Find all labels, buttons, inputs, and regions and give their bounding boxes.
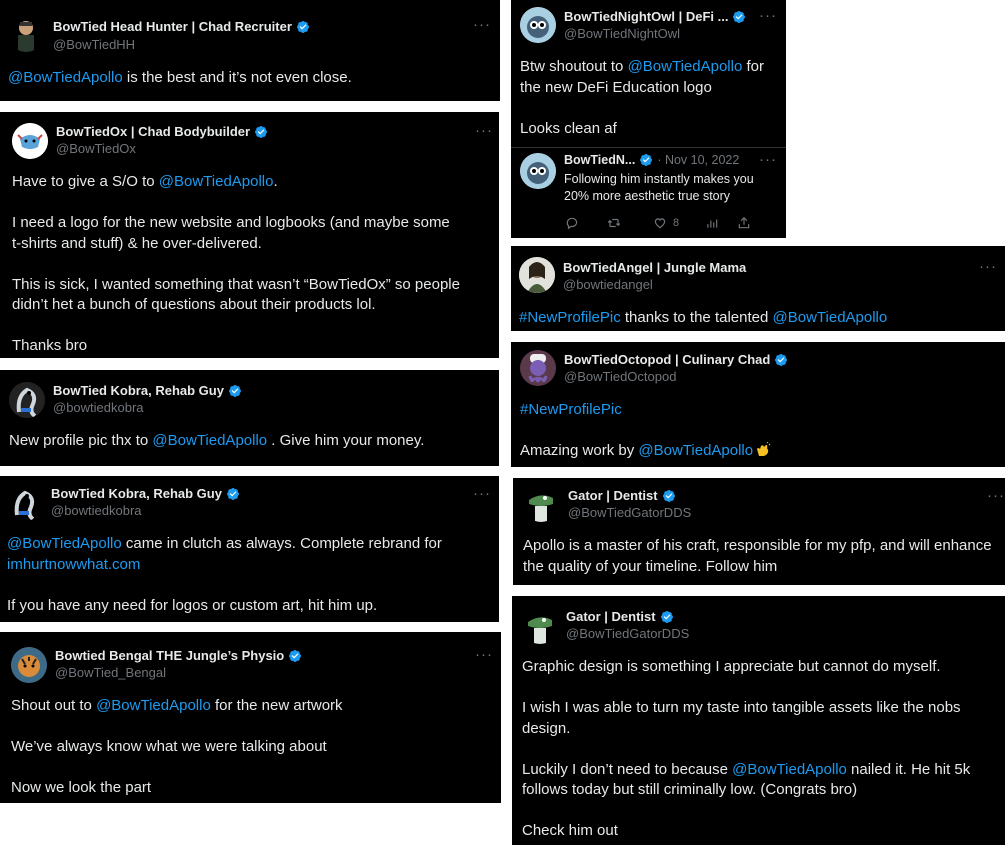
- author-name[interactable]: BowTied Head Hunter | Chad Recruiter: [53, 19, 310, 34]
- verified-badge-icon: [660, 610, 674, 624]
- tweet-card[interactable]: BowTied Head Hunter | Chad Recruiter @Bo…: [0, 0, 500, 101]
- tweet-card[interactable]: Gator | Dentist @BowTiedGatorDDS Graphic…: [512, 596, 1005, 845]
- more-options-icon[interactable]: ···: [473, 17, 491, 32]
- tweet-card[interactable]: BowTied Kobra, Rehab Guy @bowtiedkobra ·…: [0, 476, 499, 622]
- author-name[interactable]: BowTied Kobra, Rehab Guy: [53, 383, 242, 398]
- ox-avatar-icon[interactable]: [12, 123, 48, 159]
- tweet-text: Apollo is a master of his craft, respons…: [523, 537, 992, 575]
- tweet-text: @BowTiedApollo came in clutch as always.…: [7, 535, 442, 614]
- author-name[interactable]: BowTiedOx | Chad Bodybuilder: [56, 124, 268, 139]
- author-name[interactable]: Bowtied Bengal THE Jungle’s Physio: [55, 648, 302, 663]
- more-options-icon[interactable]: ···: [759, 152, 777, 167]
- mention-link[interactable]: @BowTiedApollo: [152, 432, 267, 449]
- mention-link[interactable]: @BowTiedApollo: [159, 173, 274, 190]
- author-handle[interactable]: @BowTiedGatorDDS: [568, 505, 691, 520]
- verified-badge-icon: [288, 649, 302, 663]
- tweet-text: #NewProfilePic Amazing work by @BowTiedA…: [520, 400, 771, 462]
- more-options-icon[interactable]: ···: [987, 488, 1005, 503]
- owl-avatar-icon[interactable]: [520, 153, 556, 189]
- verified-badge-icon: [662, 489, 676, 503]
- author-handle[interactable]: @bowtiedangel: [563, 277, 653, 292]
- author-handle[interactable]: @bowtiedkobra: [53, 400, 144, 415]
- author-name[interactable]: Gator | Dentist: [566, 609, 674, 624]
- mention-link[interactable]: @BowTiedApollo: [773, 309, 888, 326]
- mention-link[interactable]: @BowTiedApollo: [638, 442, 753, 459]
- reply-tweet[interactable]: BowTiedN... · Nov 10, 2022 ··· Following …: [511, 148, 786, 238]
- hashtag-link[interactable]: #NewProfilePic: [520, 401, 622, 418]
- gator-avatar-icon[interactable]: [522, 608, 558, 644]
- tweet-card[interactable]: Gator | Dentist @BowTiedGatorDDS ··· Apo…: [513, 478, 1005, 585]
- author-handle[interactable]: @bowtiedkobra: [51, 503, 142, 518]
- author-name[interactable]: BowTiedNightOwl | DeFi ...: [564, 9, 746, 24]
- bengal-avatar-icon[interactable]: [11, 647, 47, 683]
- author-handle[interactable]: @BowTiedGatorDDS: [566, 626, 689, 641]
- website-link[interactable]: imhurtnowwhat.com: [7, 556, 140, 573]
- angel-avatar-icon[interactable]: [519, 257, 555, 293]
- author-handle[interactable]: @BowTied_Bengal: [55, 665, 166, 680]
- verified-badge-icon: [639, 153, 653, 167]
- mention-link[interactable]: @BowTiedApollo: [7, 535, 122, 552]
- tweet-text: New profile pic thx to @BowTiedApollo . …: [9, 432, 425, 449]
- clapping-hands-icon: [755, 441, 771, 458]
- author-handle[interactable]: @BowTiedNightOwl: [564, 26, 680, 41]
- reply-icon[interactable]: [565, 216, 579, 230]
- author-name[interactable]: BowTiedAngel | Jungle Mama: [563, 260, 746, 275]
- more-options-icon[interactable]: ···: [475, 647, 493, 662]
- tweet-text: Graphic design is something I appreciate…: [522, 658, 971, 839]
- tweet-card[interactable]: BowTiedNightOwl | DeFi ... @BowTiedNight…: [511, 0, 786, 238]
- hashtag-link[interactable]: #NewProfilePic: [519, 309, 621, 326]
- author-name[interactable]: BowTiedN... · Nov 10, 2022: [564, 153, 739, 167]
- author-name[interactable]: Gator | Dentist: [568, 488, 676, 503]
- octopod-avatar-icon[interactable]: [520, 350, 556, 386]
- verified-badge-icon: [774, 353, 788, 367]
- retweet-icon[interactable]: [607, 216, 621, 230]
- tweet-card[interactable]: BowTiedOx | Chad Bodybuilder @BowTiedOx …: [0, 112, 499, 358]
- more-options-icon[interactable]: ···: [759, 8, 777, 23]
- author-handle[interactable]: @BowTiedOctopod: [564, 369, 676, 384]
- views-icon[interactable]: [705, 216, 719, 230]
- verified-badge-icon: [296, 20, 310, 34]
- tweet-text: Following him instantly makes you 20% mo…: [564, 172, 754, 203]
- share-icon[interactable]: [737, 216, 751, 230]
- mention-link[interactable]: @BowTiedApollo: [8, 69, 123, 86]
- kobra-avatar-icon[interactable]: [7, 485, 43, 521]
- tweet-card[interactable]: BowTiedAngel | Jungle Mama @bowtiedangel…: [511, 246, 1005, 331]
- like-count: 8: [673, 217, 680, 229]
- author-name[interactable]: BowTiedOctopod | Culinary Chad: [564, 352, 788, 367]
- verified-badge-icon: [732, 10, 746, 24]
- verified-badge-icon: [226, 487, 240, 501]
- verified-badge-icon: [228, 384, 242, 398]
- action-bar: 8: [565, 216, 779, 230]
- like-button[interactable]: 8: [653, 216, 679, 230]
- kobra-avatar-icon[interactable]: [9, 382, 45, 418]
- recruiter-avatar-icon[interactable]: [8, 16, 44, 52]
- tweet-card[interactable]: Bowtied Bengal THE Jungle’s Physio @BowT…: [0, 632, 501, 803]
- gator-avatar-icon[interactable]: [523, 486, 559, 522]
- tweet-text: Btw shoutout to @BowTiedApollo for the n…: [520, 58, 764, 137]
- mention-link[interactable]: @BowTiedApollo: [96, 697, 211, 714]
- tweet-card[interactable]: BowTied Kobra, Rehab Guy @bowtiedkobra N…: [0, 370, 499, 466]
- tweet-text: #NewProfilePic thanks to the talented @B…: [519, 309, 888, 326]
- author-handle[interactable]: @BowTiedHH: [53, 37, 135, 52]
- tweet-text: Shout out to @BowTiedApollo for the new …: [11, 697, 343, 796]
- mention-link[interactable]: @BowTiedApollo: [732, 761, 847, 778]
- verified-badge-icon: [254, 125, 268, 139]
- mention-link[interactable]: @BowTiedApollo: [628, 58, 743, 75]
- tweet-text: Have to give a S/O to @BowTiedApollo. I …: [12, 173, 460, 354]
- owl-avatar-icon[interactable]: [520, 7, 556, 43]
- heart-icon: [654, 218, 666, 229]
- tweet-date[interactable]: · Nov 10, 2022: [657, 153, 739, 167]
- more-options-icon[interactable]: ···: [475, 123, 493, 138]
- author-name[interactable]: BowTied Kobra, Rehab Guy: [51, 486, 240, 501]
- more-options-icon[interactable]: ···: [473, 486, 491, 501]
- more-options-icon[interactable]: ···: [979, 259, 997, 274]
- tweet-text: @BowTiedApollo is the best and it’s not …: [8, 69, 352, 86]
- tweet-card[interactable]: BowTiedOctopod | Culinary Chad @BowTiedO…: [511, 342, 1005, 467]
- author-handle[interactable]: @BowTiedOx: [56, 141, 136, 156]
